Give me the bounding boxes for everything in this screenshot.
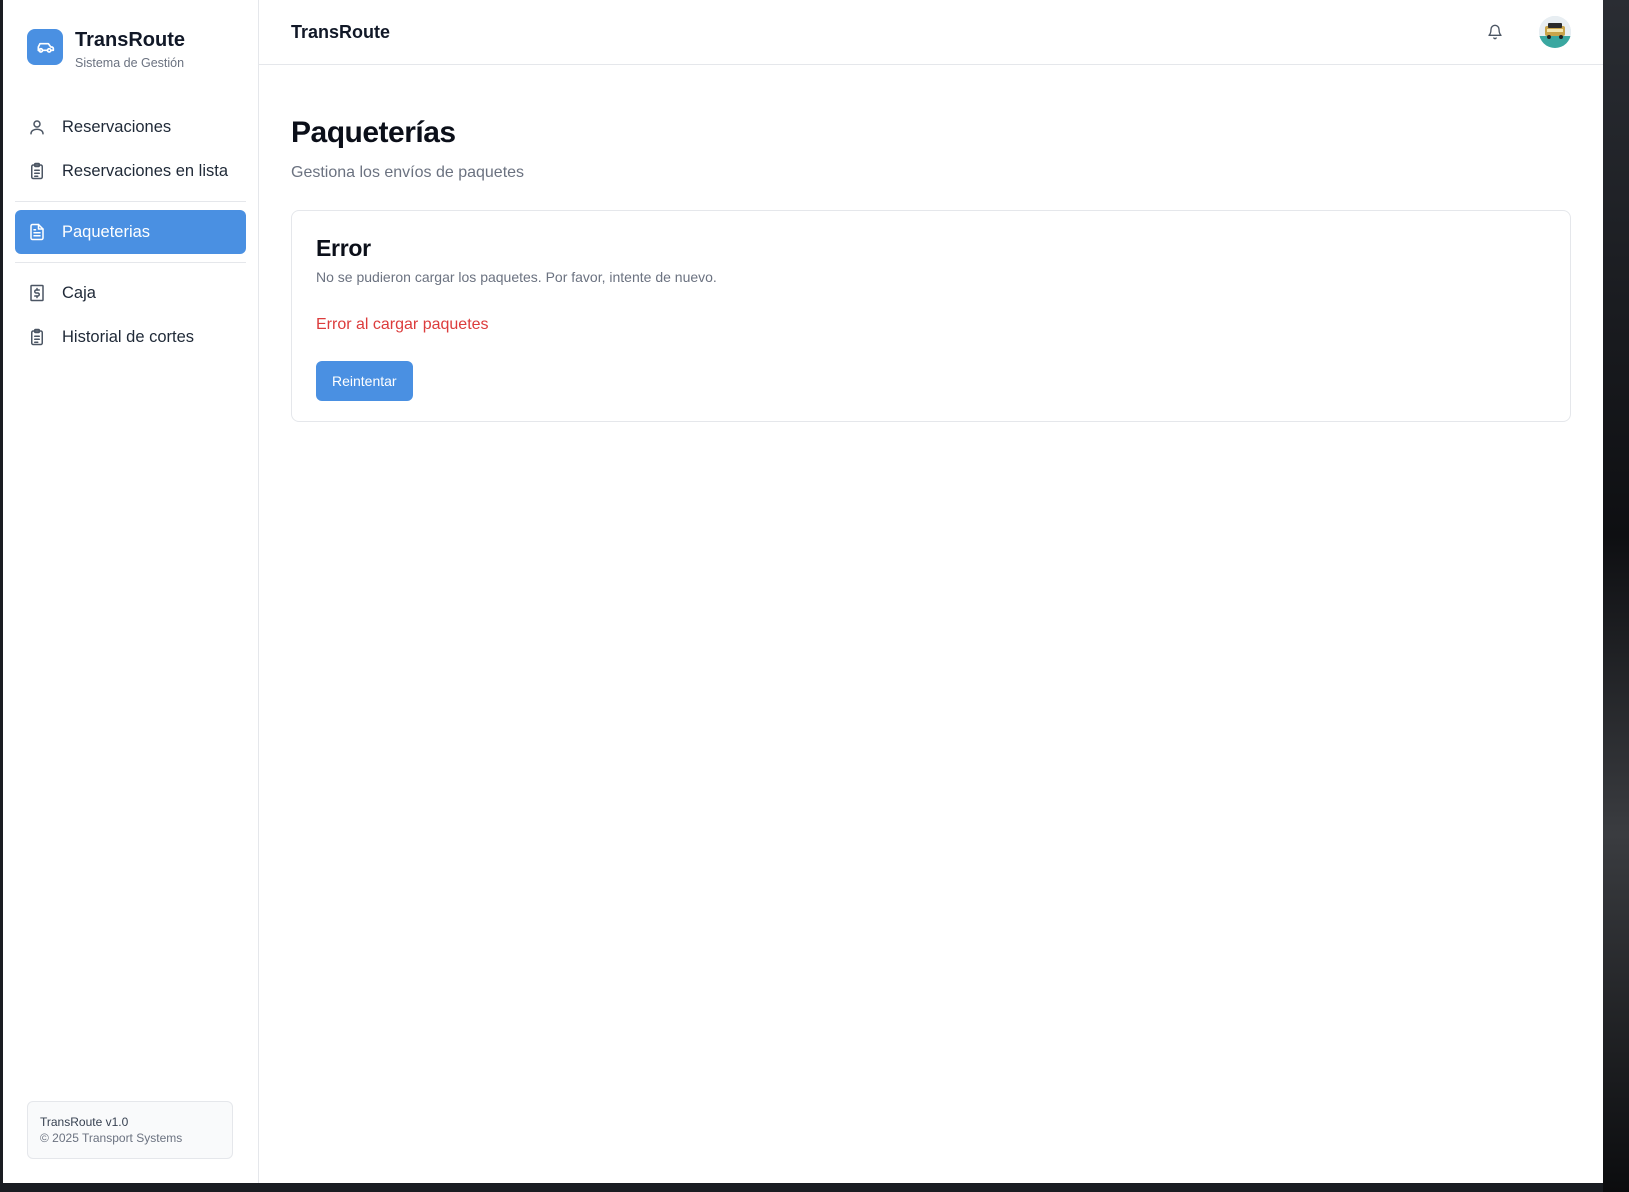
clipboard-list-icon <box>27 161 47 181</box>
sidebar-item-label: Historial de cortes <box>62 327 195 346</box>
brand-title: TransRoute <box>75 29 186 51</box>
sidebar-item-reservaciones[interactable]: Reservaciones <box>15 105 246 149</box>
error-card-title: Error <box>316 235 371 261</box>
brand-subtitle: Sistema de Gestión <box>75 56 185 70</box>
topbar-actions <box>1485 16 1571 48</box>
error-card: Error No se pudieron cargar los paquetes… <box>291 210 1571 422</box>
user-icon <box>27 117 47 137</box>
sidebar-item-caja[interactable]: Caja <box>15 271 246 315</box>
receipt-dollar-icon <box>27 283 47 303</box>
retry-button[interactable]: Reintentar <box>316 361 413 401</box>
car-icon <box>27 29 63 65</box>
desktop-background <box>1603 0 1629 1192</box>
nav-divider <box>15 262 246 263</box>
topbar: TransRoute <box>259 0 1603 65</box>
error-message: Error al cargar paquetes <box>316 316 489 333</box>
sidebar-nav: Reservaciones Reservaciones en lista Paq… <box>3 105 258 359</box>
page-subtitle: Gestiona los envíos de paquetes <box>291 164 525 181</box>
app-version: TransRoute v1.0 <box>40 1115 129 1129</box>
main-area: TransRoute Paqueterías Gestiona los enví… <box>259 0 1603 1183</box>
nav-divider <box>15 201 246 202</box>
topbar-title: TransRoute <box>291 21 391 42</box>
bell-icon[interactable] <box>1485 22 1505 42</box>
error-card-description: No se pudieron cargar los paquetes. Por … <box>316 269 717 285</box>
user-avatar[interactable] <box>1539 16 1571 48</box>
sidebar-item-label: Reservaciones en lista <box>62 161 228 180</box>
sidebar-footer: TransRoute v1.0 © 2025 Transport Systems <box>27 1101 233 1159</box>
app-window: TransRoute Sistema de Gestión Reservacio… <box>3 0 1603 1183</box>
sidebar-item-label: Reservaciones <box>62 117 172 136</box>
sidebar: TransRoute Sistema de Gestión Reservacio… <box>3 0 259 1183</box>
sidebar-item-label: Caja <box>62 283 96 302</box>
clipboard-list-icon <box>27 327 47 347</box>
sidebar-item-paqueterias[interactable]: Paqueterias <box>15 210 246 254</box>
sidebar-item-label: Paqueterias <box>62 222 151 241</box>
file-text-icon <box>27 222 47 242</box>
brand: TransRoute Sistema de Gestión <box>3 0 258 105</box>
sidebar-item-reservaciones-en-lista[interactable]: Reservaciones en lista <box>15 149 246 193</box>
copyright: © 2025 Transport Systems <box>40 1131 183 1145</box>
sidebar-item-historial-de-cortes[interactable]: Historial de cortes <box>15 315 246 359</box>
page-content: Paqueterías Gestiona los envíos de paque… <box>259 65 1603 422</box>
page-title: Paqueterías <box>291 116 456 149</box>
